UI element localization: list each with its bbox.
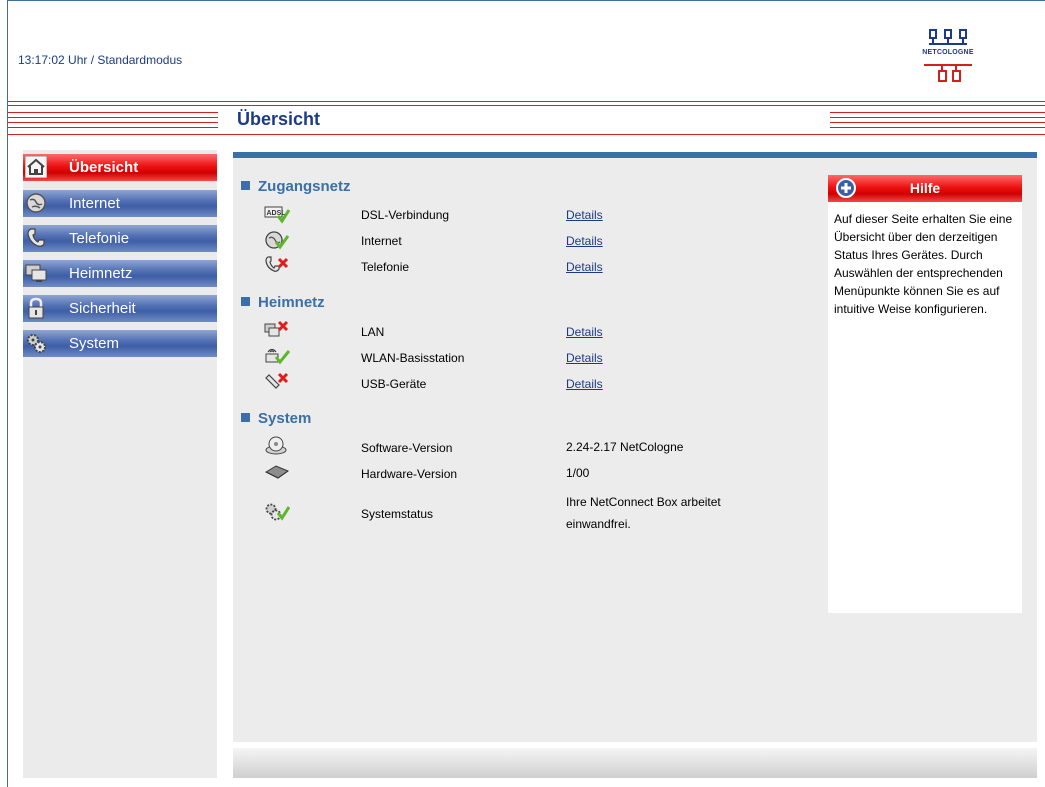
title-divider <box>8 134 1045 135</box>
home-icon <box>25 156 47 178</box>
gears-icon <box>27 334 46 353</box>
details-link-dsl[interactable]: Details <box>566 208 603 222</box>
row-label-wlan: WLAN-Basisstation <box>361 351 465 365</box>
sidebar-item-label: Telefonie <box>69 230 130 247</box>
row-label-systemstatus: Systemstatus <box>361 507 434 521</box>
sidebar-item-sicherheit[interactable]: Sicherheit <box>23 295 217 322</box>
row-label-dsl: DSL-Verbindung <box>361 208 450 222</box>
sidebar-nav: Übersicht Internet Telefonie Heimnetz Si… <box>23 150 217 778</box>
status-mode: / Standardmodus <box>90 53 183 67</box>
row-label-lan: LAN <box>361 325 385 339</box>
help-title: Hilfe <box>909 180 941 196</box>
section-title-system: System <box>241 410 311 427</box>
row-label-software: Software-Version <box>361 441 453 455</box>
hardware-box-icon <box>264 465 290 479</box>
software-cd-icon <box>265 436 287 455</box>
help-text: Auf dieser Seite erhalten Sie eine Übers… <box>834 212 1013 316</box>
status-line: 13:17:02 Uhr / Standardmodus <box>18 53 182 67</box>
wlan-ok-icon <box>265 348 290 365</box>
details-link-usb[interactable]: Details <box>566 377 603 391</box>
logo-graphic-icon <box>924 29 972 82</box>
row-label-telefonie: Telefonie <box>361 260 410 274</box>
plus-circle-icon[interactable] <box>836 178 856 198</box>
hardware-version-value: 1/00 <box>566 466 590 480</box>
systemstatus-ok-icon <box>265 503 290 521</box>
title-rule-left <box>8 112 218 132</box>
sidebar-item-heimnetz[interactable]: Heimnetz <box>23 260 217 287</box>
computer-icon <box>25 264 47 282</box>
header-divider <box>8 101 1045 109</box>
telefonie-error-icon <box>265 256 289 272</box>
help-panel: Hilfe Auf dieser Seite erhalten Sie eine… <box>828 175 1022 613</box>
sidebar-item-telefonie[interactable]: Telefonie <box>23 225 217 252</box>
sidebar-item-label: Heimnetz <box>69 265 133 282</box>
sidebar-item-uebersicht[interactable]: Übersicht <box>23 154 217 181</box>
sidebar-item-label: System <box>69 335 120 352</box>
internet-ok-icon <box>265 231 290 250</box>
usb-error-icon <box>265 372 289 389</box>
row-label-usb: USB-Geräte <box>361 377 427 391</box>
svg-text:ADSL: ADSL <box>267 210 287 217</box>
row-label-hardware: Hardware-Version <box>361 467 458 481</box>
details-link-telefonie[interactable]: Details <box>566 260 603 274</box>
globe-icon <box>26 193 46 213</box>
section-title-zugangsnetz: Zugangsnetz <box>241 178 351 195</box>
details-link-wlan[interactable]: Details <box>566 351 603 365</box>
details-link-lan[interactable]: Details <box>566 325 603 339</box>
lock-icon <box>28 297 44 319</box>
window-frame-top <box>7 0 1045 1</box>
row-label-internet: Internet <box>361 234 402 248</box>
software-version-value: 2.24-2.17 NetCologne <box>566 440 684 454</box>
phone-icon <box>27 228 45 247</box>
systemstatus-line1: Ihre NetConnect Box arbeitet <box>566 495 721 509</box>
help-header: Hilfe <box>828 175 1022 202</box>
footer-bar <box>233 748 1037 778</box>
section-title-heimnetz: Heimnetz <box>241 294 325 311</box>
sidebar-item-label: Sicherheit <box>69 300 136 317</box>
systemstatus-line2: einwandfrei. <box>566 517 631 531</box>
content-top-bar <box>233 152 1037 158</box>
sidebar-item-internet[interactable]: Internet <box>23 190 217 217</box>
sidebar-item-label: Übersicht <box>69 159 139 176</box>
lan-error-icon <box>264 320 289 337</box>
title-rule-right <box>830 112 1045 132</box>
page-title: Übersicht <box>237 109 321 129</box>
sidebar-item-label: Internet <box>69 195 120 212</box>
systemstatus-value: Ihre NetConnect Box arbeitet einwandfrei… <box>566 491 721 535</box>
sidebar-item-system[interactable]: System <box>23 330 217 357</box>
logo-text: NETCOLOGNE <box>922 49 974 56</box>
status-time: 13:17:02 Uhr <box>18 53 88 67</box>
details-link-internet[interactable]: Details <box>566 234 603 248</box>
netcologne-logo: NETCOLOGNE <box>920 27 976 91</box>
adsl-ok-icon: ADSL <box>264 206 290 224</box>
